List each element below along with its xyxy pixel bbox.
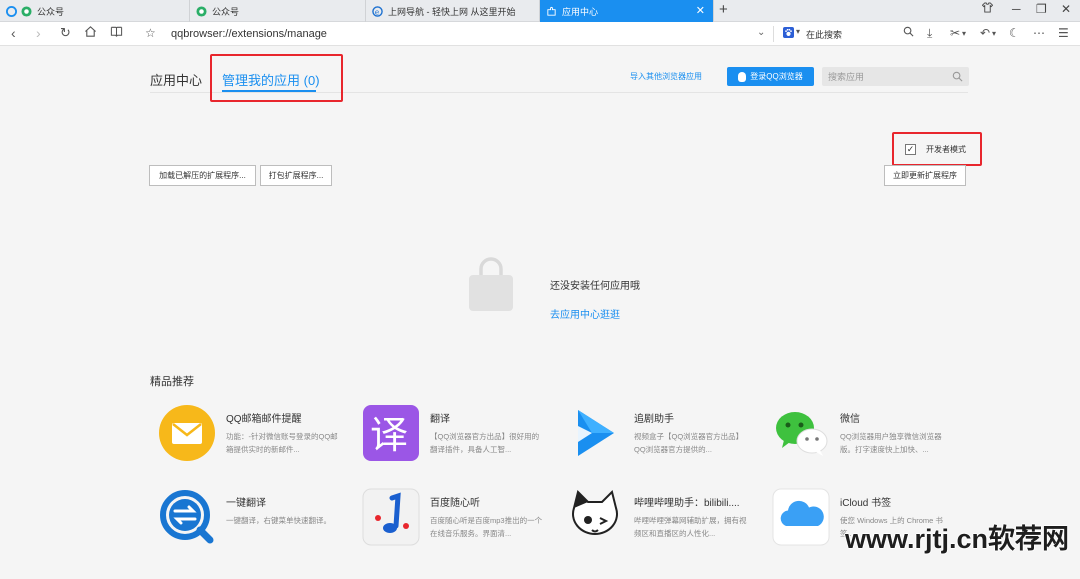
pack-extension-button[interactable]: 打包扩展程序... [260,165,332,186]
go-app-center-link[interactable]: 去应用中心逛逛 [550,306,620,321]
wechat-mp-icon [196,5,207,17]
svg-text:译: 译 [370,413,408,457]
chevron-down-icon[interactable]: ⌄ [757,27,765,38]
download-icon[interactable]: ⤓ [927,26,932,41]
empty-state-text: 还没安装任何应用哦 [550,281,640,292]
address-bar: ‹ › ↻ ☆ qqbrowser://extensions/manage ⌄ … [0,22,1080,46]
search-engine-chevron-icon[interactable]: ▾ [796,27,800,36]
app-name: 翻译 [430,414,450,425]
app-name: QQ邮箱邮件提醒 [226,414,302,425]
app-desc: 功能：-针对微信账号登录的QQ邮箱提供实时的新邮件... [226,432,338,454]
tab-label: 上网导航 - 轻快上网 从这里开始 [388,6,516,17]
cat-icon [572,490,618,535]
search-icon[interactable] [903,26,914,40]
puzzle-icon [547,6,556,16]
svg-text:e: e [375,7,380,16]
cloud-icon [772,488,830,546]
restore-button[interactable]: ❐ [1036,2,1047,16]
app-search-input[interactable] [822,67,942,87]
tshirt-skin-icon[interactable] [981,2,994,16]
app-card[interactable]: 追剧助手 视频盒子【QQ浏览器官方出品】QQ浏览器官方提供的... [566,404,766,466]
qq-browser-logo-icon [6,5,17,17]
app-name: 一键翻译 [226,498,266,509]
translate-icon: 译 [363,405,419,461]
wechat-mp-icon [21,5,32,17]
tab-label: 应用中心 [562,6,599,17]
app-name: 追剧助手 [634,414,674,425]
moon-night-mode-icon[interactable]: ☾ [1009,26,1020,40]
reading-book-icon[interactable] [110,25,123,41]
scissors-icon[interactable]: ✂ [950,26,960,40]
app-desc: QQ浏览器用户独享微信浏览器版。打字速度快上加快、... [840,432,942,454]
app-name: iCloud 书签 [840,498,892,509]
update-extensions-button[interactable]: 立即更新扩展程序 [884,165,966,186]
recommend-title: 精品推荐 [150,376,194,388]
app-card[interactable]: 译 翻译 【QQ浏览器官方出品】很好用的翻译插件，具备人工智... [362,404,562,466]
qq-penguin-icon [738,71,747,82]
tab-gongzhonghao-1[interactable]: 公众号 [0,0,190,22]
tab-bar: 公众号 公众号 e 上网导航 - 轻快上网 从这里开始 应用中心 ✕ + ─ ❐… [0,0,1080,22]
search-engine-label[interactable]: 在此搜索 [806,28,842,41]
forward-icon[interactable]: › [36,25,41,41]
new-tab-button[interactable]: + [719,1,728,18]
tab-app-center[interactable]: 应用中心 ✕ [540,0,714,22]
close-tab-icon[interactable]: ✕ [696,4,705,17]
import-other-browser-link[interactable]: 导入其他浏览器应用 [630,71,702,82]
star-bookmark-icon[interactable]: ☆ [145,26,156,40]
url-text[interactable]: qqbrowser://extensions/manage [171,28,327,40]
login-label: 登录QQ浏览器 [750,72,803,81]
close-window-button[interactable]: ✕ [1061,2,1071,16]
more-dots-icon[interactable]: ⋯ [1033,26,1045,40]
app-card[interactable]: 哔哩哔哩助手：bilibili.... 哔哩哔哩弹幕网辅助扩展，拥有视频区和直播… [566,488,766,550]
scissors-chevron-icon[interactable]: ▾ [962,29,966,38]
tab-label: 公众号 [37,6,65,17]
music-note-icon [362,488,420,546]
refresh-icon[interactable]: ↻ [60,25,71,41]
mail-icon [159,405,215,461]
tab-label: 公众号 [212,6,240,17]
app-name: 微信 [840,414,860,425]
search-icon[interactable] [952,71,963,82]
app-search-box [822,67,969,87]
baidu-paw-icon[interactable] [783,27,794,41]
app-name: 哔哩哔哩助手：bilibili.... [634,498,740,509]
wechat-icon [776,412,828,456]
watermark-text: www.rjtj.cn软荐网 [845,524,1070,554]
back-icon[interactable]: ‹ [11,25,16,41]
ie-e-icon: e [372,5,383,17]
undo-chevron-icon[interactable]: ▾ [992,29,996,38]
exchange-icon [160,490,214,544]
tab-navigation[interactable]: e 上网导航 - 轻快上网 从这里开始 [366,0,540,22]
login-qq-browser-button[interactable]: 登录QQ浏览器 [727,67,814,86]
shopping-bag-icon [469,257,513,311]
undo-icon[interactable]: ↶ [980,26,990,40]
menu-icon[interactable]: ☰ [1058,26,1069,40]
app-desc: 一键翻译，右键菜单快速翻译。 [226,516,331,525]
app-desc: 哔哩哔哩弹幕网辅助扩展，拥有视频区和直播区的人性化... [634,516,747,538]
app-card[interactable]: QQ邮箱邮件提醒 功能：-针对微信账号登录的QQ邮箱提供实时的新邮件... [158,404,358,466]
divider [773,26,774,42]
minimize-button[interactable]: ─ [1012,2,1021,16]
tab-gongzhonghao-2[interactable]: 公众号 [190,0,366,22]
page-title[interactable]: 应用中心 [150,70,202,89]
app-name: 百度随心听 [430,498,480,509]
app-desc: 【QQ浏览器官方出品】很好用的翻译插件，具备人工智... [430,432,540,454]
highlight-box [210,54,343,102]
play-icon [578,410,614,456]
highlight-box [892,132,982,166]
app-card[interactable]: 一键翻译 一键翻译，右键菜单快速翻译。 [158,488,358,550]
app-desc: 视频盒子【QQ浏览器官方出品】QQ浏览器官方提供的... [634,432,744,454]
load-unpacked-button[interactable]: 加载已解压的扩展程序... [149,165,256,186]
app-card[interactable]: 微信 QQ浏览器用户独享微信浏览器版。打字速度快上加快、... [772,404,972,466]
home-icon[interactable] [84,25,97,41]
app-desc: 百度随心听是百度mp3推出的一个在线音乐服务。界面清... [430,516,543,538]
extensions-page: 应用中心 管理我的应用 (0) 导入其他浏览器应用 登录QQ浏览器 ✓ 开发者模… [0,46,1080,579]
app-card[interactable]: 百度随心听 百度随心听是百度mp3推出的一个在线音乐服务。界面清... [362,488,562,550]
